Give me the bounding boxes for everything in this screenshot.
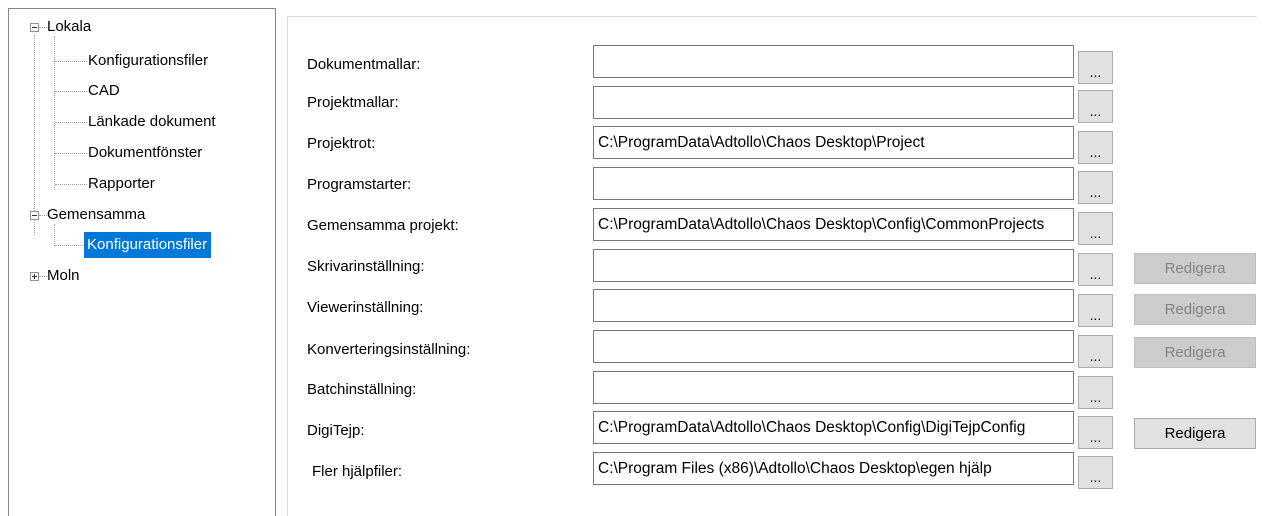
batchinstallning-field[interactable] bbox=[593, 371, 1074, 404]
tree-node-dokumentfonster[interactable]: Dokumentfönster bbox=[85, 142, 205, 164]
tree-node-label: Rapporter bbox=[88, 175, 155, 192]
programstarter-label: Programstarter: bbox=[307, 176, 412, 193]
projektmallar-label: Projektmallar: bbox=[307, 94, 399, 111]
tree-node-cad[interactable]: CAD bbox=[85, 80, 123, 102]
tree-node-label: Konfigurationsfiler bbox=[84, 232, 212, 258]
projektmallar-field[interactable] bbox=[593, 86, 1074, 119]
programstarter-browse-button[interactable]: ... bbox=[1078, 171, 1113, 204]
tree-node-label: Dokumentfönster bbox=[88, 144, 203, 161]
skrivarinstallning-label: Skrivarinställning: bbox=[307, 258, 425, 275]
digitejp-edit-button[interactable]: Redigera bbox=[1134, 418, 1256, 449]
dokumentmallar-browse-button[interactable]: ... bbox=[1078, 51, 1113, 84]
tree-node-lankade-dokument[interactable]: Länkade dokument bbox=[85, 111, 219, 133]
tree-node-label: Konfigurationsfiler bbox=[88, 52, 209, 69]
collapse-icon[interactable] bbox=[30, 23, 39, 32]
projektrot-browse-button[interactable]: ... bbox=[1078, 131, 1113, 164]
konverteringsinstallning-browse-button[interactable]: ... bbox=[1078, 335, 1113, 368]
settings-tree[interactable]: Lokala Konfigurationsfiler CAD Länkade d… bbox=[8, 8, 276, 516]
collapse-icon[interactable] bbox=[30, 211, 39, 220]
tree-line bbox=[55, 122, 87, 123]
konverteringsinstallning-edit-button[interactable]: Redigera bbox=[1134, 337, 1256, 368]
batchinstallning-browse-button[interactable]: ... bbox=[1078, 376, 1113, 409]
tree-line bbox=[55, 61, 87, 62]
tree-line bbox=[55, 245, 85, 246]
viewerinstallning-edit-button[interactable]: Redigera bbox=[1134, 294, 1256, 325]
tree-node-label: CAD bbox=[88, 82, 120, 99]
tree-line bbox=[54, 36, 55, 190]
tree-node-moln[interactable]: Moln bbox=[44, 265, 83, 287]
projektrot-label: Projektrot: bbox=[307, 135, 376, 152]
fler-hjalpfiler-field[interactable]: C:\Program Files (x86)\Adtollo\Chaos Des… bbox=[593, 452, 1074, 485]
batchinstallning-label: Batchinställning: bbox=[307, 381, 417, 398]
tree-node-rapporter[interactable]: Rapporter bbox=[85, 173, 158, 195]
skrivarinstallning-field[interactable] bbox=[593, 249, 1074, 282]
projektmallar-browse-button[interactable]: ... bbox=[1078, 90, 1113, 123]
konverteringsinstallning-field[interactable] bbox=[593, 330, 1074, 363]
fler-hjalpfiler-label: Fler hjälpfiler: bbox=[312, 463, 403, 480]
skrivarinstallning-edit-button[interactable]: Redigera bbox=[1134, 253, 1256, 284]
expand-icon[interactable] bbox=[30, 272, 39, 281]
gemensamma-projekt-field[interactable]: C:\ProgramData\Adtollo\Chaos Desktop\Con… bbox=[593, 208, 1074, 241]
tree-line bbox=[55, 91, 87, 92]
digitejp-label: DigiTejp: bbox=[307, 422, 365, 439]
dokumentmallar-field[interactable] bbox=[593, 45, 1074, 78]
programstarter-field[interactable] bbox=[593, 167, 1074, 200]
skrivarinstallning-browse-button[interactable]: ... bbox=[1078, 253, 1113, 286]
tree-node-label: Gemensamma bbox=[47, 206, 146, 223]
digitejp-field[interactable]: C:\ProgramData\Adtollo\Chaos Desktop\Con… bbox=[593, 411, 1074, 444]
tree-node-label: Länkade dokument bbox=[88, 113, 216, 130]
viewerinstallning-browse-button[interactable]: ... bbox=[1078, 294, 1113, 327]
viewerinstallning-field[interactable] bbox=[593, 289, 1074, 322]
konverteringsinstallning-label: Konverteringsinställning: bbox=[307, 341, 471, 358]
tree-node-gemensamma-konfigurationsfiler[interactable]: Konfigurationsfiler bbox=[84, 232, 212, 258]
tree-node-gemensamma[interactable]: Gemensamma bbox=[44, 204, 148, 226]
tree-node-lokala-konfigurationsfiler[interactable]: Konfigurationsfiler bbox=[85, 50, 211, 72]
digitejp-browse-button[interactable]: ... bbox=[1078, 416, 1113, 449]
projektrot-field[interactable]: C:\ProgramData\Adtollo\Chaos Desktop\Pro… bbox=[593, 126, 1074, 159]
tree-line bbox=[55, 153, 87, 154]
viewerinstallning-label: Viewerinställning: bbox=[307, 299, 424, 316]
tree-line bbox=[34, 35, 35, 235]
dokumentmallar-label: Dokumentmallar: bbox=[307, 56, 421, 73]
tree-node-lokala[interactable]: Lokala bbox=[44, 16, 94, 38]
tree-node-label: Moln bbox=[47, 267, 80, 284]
tree-line bbox=[54, 224, 55, 246]
fler-hjalpfiler-browse-button[interactable]: ... bbox=[1078, 456, 1113, 489]
tree-line bbox=[55, 184, 87, 185]
gemensamma-projekt-label: Gemensamma projekt: bbox=[307, 217, 459, 234]
gemensamma-projekt-browse-button[interactable]: ... bbox=[1078, 212, 1113, 245]
tree-node-label: Lokala bbox=[47, 18, 92, 35]
